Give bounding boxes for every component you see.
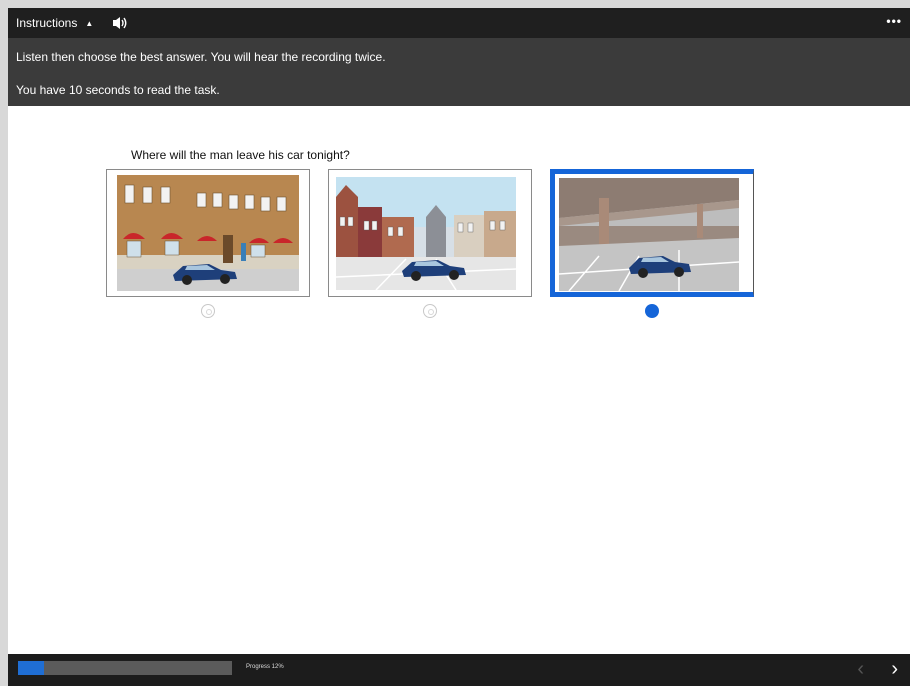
option-2-radio[interactable] (423, 304, 437, 318)
test-window: Instructions ▲ ••• Listen then choose th… (8, 8, 910, 686)
progress-label: Progress 12% (246, 664, 284, 670)
more-options-icon[interactable]: ••• (886, 14, 902, 28)
car-in-town-square-image (336, 177, 516, 290)
car-parked-on-street-image (117, 175, 299, 291)
instructions-toggle[interactable]: Instructions (16, 16, 77, 30)
previous-button[interactable]: ‹ (857, 658, 864, 681)
speaker-icon[interactable] (111, 15, 129, 31)
option-1-radio[interactable] (201, 304, 215, 318)
progress-fill (18, 661, 44, 675)
instruction-line-1: Listen then choose the best answer. You … (16, 50, 386, 64)
caret-up-icon[interactable]: ▲ (85, 19, 93, 28)
instructions-panel: Listen then choose the best answer. You … (8, 38, 910, 106)
next-button[interactable]: › (891, 658, 898, 681)
answer-option-1[interactable] (106, 169, 310, 297)
top-bar: Instructions ▲ ••• (8, 8, 910, 38)
car-in-parking-garage-image (559, 178, 739, 291)
progress-bar (18, 661, 232, 675)
answer-option-2[interactable] (328, 169, 532, 297)
answer-option-3[interactable] (550, 169, 754, 297)
instruction-line-2: You have 10 seconds to read the task. (16, 83, 220, 97)
footer-bar: Progress 12% ‹ › (8, 654, 910, 686)
question-text: Where will the man leave his car tonight… (131, 148, 350, 162)
option-3-radio[interactable] (645, 304, 659, 318)
